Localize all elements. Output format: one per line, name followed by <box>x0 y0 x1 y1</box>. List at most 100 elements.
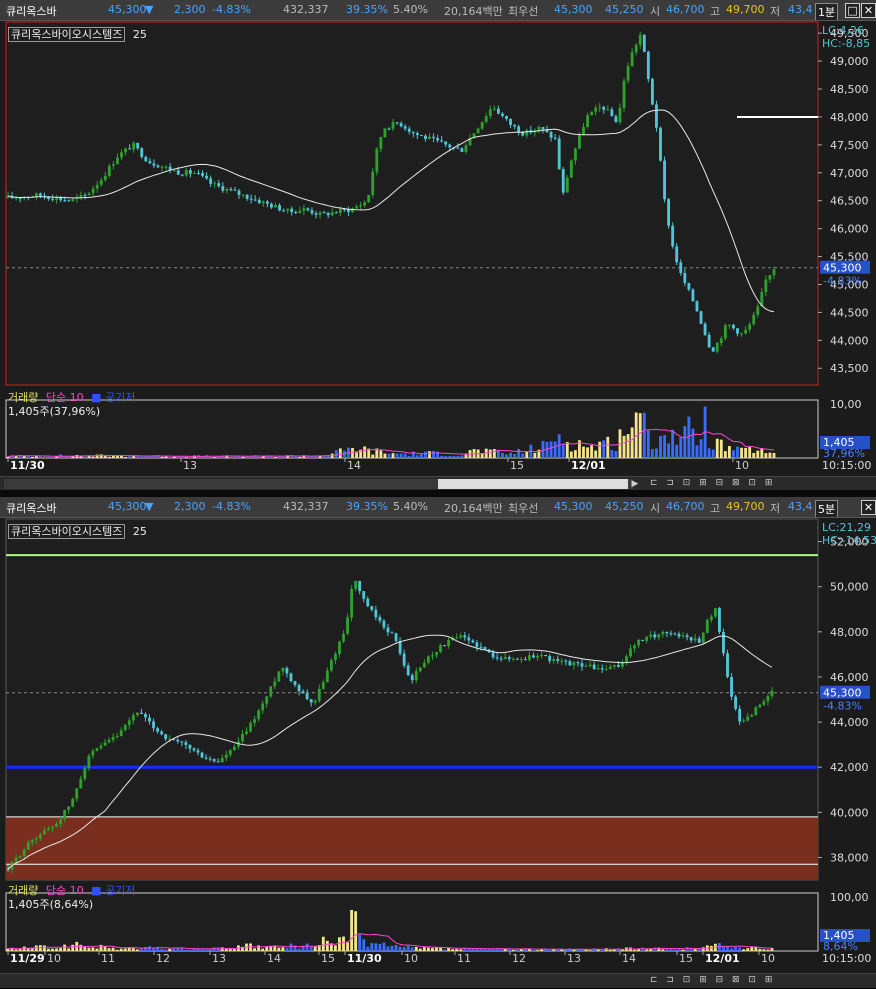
candle <box>342 633 345 642</box>
x-tick-label: 10 <box>761 952 775 965</box>
candle <box>18 856 22 858</box>
volume-bar <box>511 949 515 951</box>
volume-bar <box>241 456 245 458</box>
candle <box>232 746 236 751</box>
ask-price: 45,300 <box>554 3 593 16</box>
candle <box>600 668 604 670</box>
volume-bar <box>237 456 241 458</box>
volume-bar <box>378 943 382 951</box>
x-tick-label: 15 <box>510 459 524 472</box>
candle <box>705 620 709 633</box>
volume-bar <box>338 448 342 458</box>
candle <box>294 211 298 214</box>
candle <box>436 138 440 141</box>
close-icon[interactable]: ✕ <box>861 500 876 515</box>
volume-bar <box>298 456 302 458</box>
close-icon[interactable]: ✕ <box>861 3 876 18</box>
candle <box>402 653 406 666</box>
volume-bar <box>727 446 731 458</box>
volume-bar <box>257 945 261 951</box>
volume-bar <box>354 911 358 951</box>
candle <box>346 617 349 634</box>
candle <box>99 745 103 749</box>
candle <box>528 655 531 660</box>
volume-bar <box>638 413 642 458</box>
candle <box>544 654 548 657</box>
candle <box>727 324 731 326</box>
candle <box>278 205 281 211</box>
candle <box>313 700 317 703</box>
volume-bar <box>334 450 338 458</box>
volume-bar <box>51 948 54 951</box>
price-chart-1min[interactable]: 49,50049,00048,50048,00047,50047,00046,5… <box>0 21 876 476</box>
candle <box>39 193 42 196</box>
x-tick-label: 12/01 <box>705 952 740 965</box>
volume-bar <box>715 438 719 458</box>
candle <box>553 137 557 139</box>
candle <box>480 121 484 129</box>
trade-amount: 20,164백만 <box>444 5 503 18</box>
scroll-thumb[interactable] <box>438 479 628 489</box>
candle <box>540 654 543 656</box>
best-label: 최우선 <box>508 502 539 515</box>
candle <box>119 730 123 737</box>
x-tick-label: 11/29 <box>10 952 45 965</box>
candle <box>499 658 503 660</box>
candle <box>645 636 649 641</box>
candle <box>633 645 636 649</box>
volume-bar <box>135 949 139 951</box>
candle <box>618 107 622 123</box>
volume-bar <box>164 456 168 458</box>
chart-scrollbar[interactable]: ⊏ ⊐ ⊡ ⊞ ⊟ ⊠ ⊡ ⊞ <box>0 973 876 988</box>
candle <box>366 598 370 607</box>
volume-bar <box>390 945 394 951</box>
candle <box>432 136 435 139</box>
high-price: 49,700 <box>726 500 765 513</box>
volume-bar <box>370 943 374 951</box>
volume-bar <box>39 456 42 458</box>
volume-bar <box>71 456 75 458</box>
candle <box>768 275 772 280</box>
candle <box>196 750 200 753</box>
volume-bar <box>459 949 463 951</box>
volume-bar <box>406 946 410 951</box>
candle <box>241 733 244 742</box>
volume-bar <box>645 949 649 951</box>
candle <box>347 209 350 212</box>
candle <box>136 142 140 149</box>
volume-bar <box>383 453 387 458</box>
chart-panel-1min: 큐리옥스바 45,300 ▼ 2,300 -4.83% 432,337 39.3… <box>0 0 876 491</box>
candle <box>411 131 415 134</box>
interval-tag[interactable]: 5분 <box>815 500 839 517</box>
volume-bar <box>748 445 752 458</box>
candle <box>204 757 208 759</box>
candle <box>390 632 394 634</box>
toolbar-icons[interactable]: ⊏ ⊐ ⊡ ⊞ ⊟ ⊠ ⊡ ⊞ <box>650 975 870 987</box>
candle <box>509 118 512 125</box>
volume-bar <box>91 456 95 458</box>
price-chart-5min[interactable]: 52,00050,00048,00046,00044,00042,00040,0… <box>0 518 876 973</box>
candle <box>738 708 742 722</box>
volume-bar <box>533 452 537 458</box>
volume-bar <box>355 452 358 458</box>
scroll-right-icon[interactable]: ▶ <box>630 478 640 490</box>
candle <box>201 172 204 176</box>
volume-bar <box>683 426 687 458</box>
high-price: 49,700 <box>726 3 765 16</box>
candle <box>71 198 75 202</box>
candle <box>221 186 225 191</box>
maximize-icon[interactable]: □ <box>845 3 860 18</box>
candle <box>541 127 545 130</box>
interval-tag[interactable]: 1분 <box>815 3 839 20</box>
volume-bar <box>414 946 418 951</box>
candle <box>342 209 346 211</box>
chart-scrollbar[interactable]: ▶ ⊏ ⊐ ⊡ ⊞ ⊟ ⊠ ⊡ ⊞ <box>0 476 876 491</box>
candle <box>532 655 535 658</box>
volume-bar <box>261 948 265 951</box>
candle <box>754 707 758 715</box>
toolbar-icons[interactable]: ⊏ ⊐ ⊡ ⊞ ⊟ ⊠ ⊡ ⊞ <box>650 478 870 490</box>
candle <box>752 314 756 325</box>
volume-bar <box>176 456 180 458</box>
volume-bar <box>115 949 119 951</box>
candle <box>301 691 305 694</box>
